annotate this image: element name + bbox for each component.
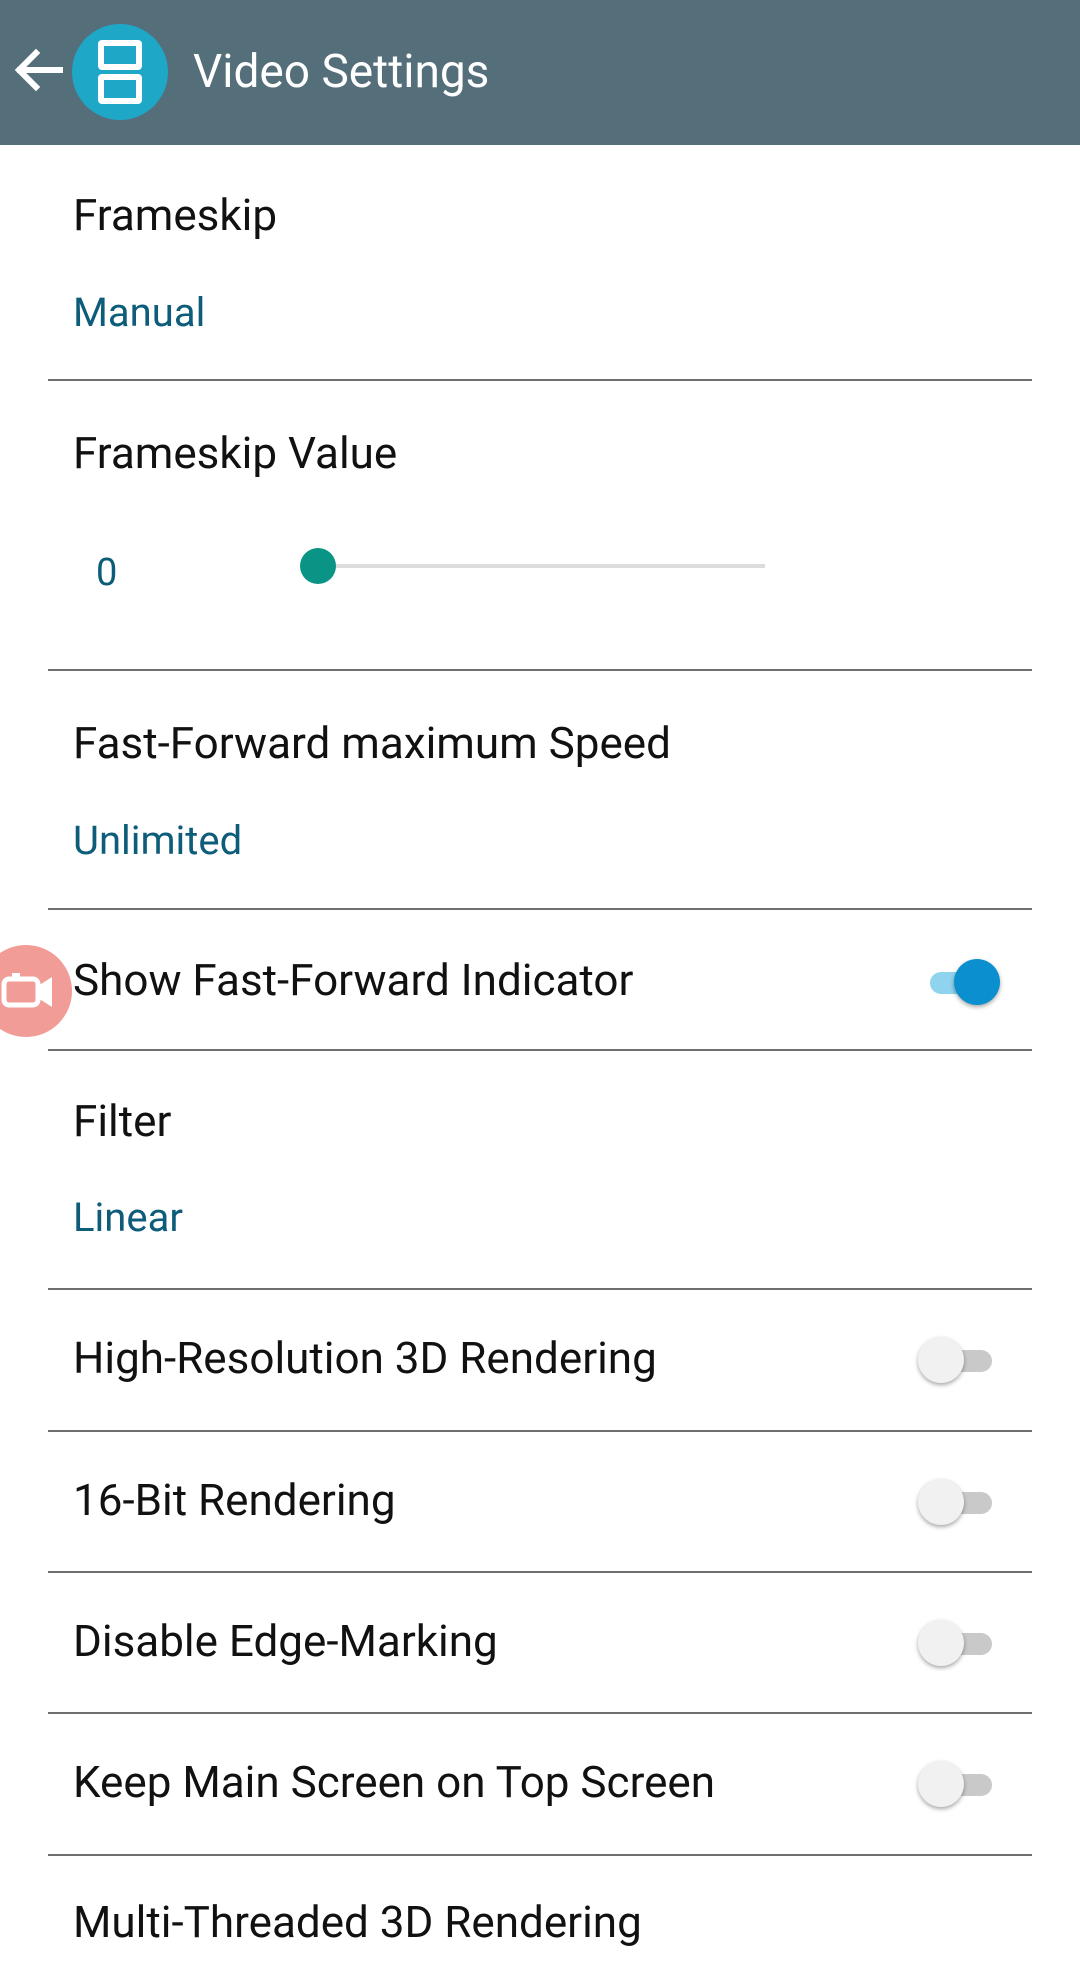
video-camera-icon <box>1 973 52 1008</box>
setting-label: Keep Main Screen on Top Screen <box>73 1756 716 1808</box>
app-bar: Video Settings <box>0 0 1080 145</box>
page-title: Video Settings <box>193 45 490 99</box>
frameskip-slider[interactable] <box>300 546 765 586</box>
slider-thumb[interactable] <box>300 548 336 584</box>
setting-disable-edge-marking[interactable]: Disable Edge-Marking <box>0 1573 1080 1714</box>
setting-value: Linear <box>73 1194 183 1241</box>
setting-label: 16-Bit Rendering <box>73 1474 396 1526</box>
switch-thumb <box>918 1479 964 1525</box>
switch-thumb <box>918 1337 964 1383</box>
setting-fast-forward-indicator[interactable]: Show Fast-Forward Indicator <box>0 910 1080 1051</box>
switch-thumb <box>954 959 1000 1005</box>
back-button[interactable] <box>8 40 68 100</box>
slider-rail <box>318 564 765 568</box>
settings-list: Frameskip Manual Frameskip Value 0 Fast-… <box>0 145 1080 1976</box>
screen-recorder-bubble[interactable] <box>0 945 72 1037</box>
setting-label: Show Fast-Forward Indicator <box>73 954 634 1006</box>
fast-forward-indicator-switch[interactable] <box>918 956 1002 1005</box>
setting-label: Filter <box>73 1095 172 1147</box>
main-screen-top-switch[interactable] <box>918 1758 1002 1807</box>
setting-frameskip[interactable]: Frameskip Manual <box>0 145 1080 381</box>
setting-value: Manual <box>73 289 206 336</box>
setting-label: Multi-Threaded 3D Rendering <box>73 1896 642 1948</box>
switch-thumb <box>918 1620 964 1666</box>
setting-16-bit-rendering[interactable]: 16-Bit Rendering <box>0 1432 1080 1573</box>
disable-edge-marking-switch[interactable] <box>918 1617 1002 1666</box>
setting-frameskip-value: Frameskip Value 0 <box>0 381 1080 671</box>
setting-label: Frameskip Value <box>73 427 398 479</box>
setting-label: High-Resolution 3D Rendering <box>73 1332 657 1384</box>
16-bit-rendering-switch[interactable] <box>918 1476 1002 1525</box>
setting-fast-forward-speed[interactable]: Fast-Forward maximum Speed Unlimited <box>0 671 1080 910</box>
setting-main-screen-top[interactable]: Keep Main Screen on Top Screen <box>0 1714 1080 1856</box>
setting-label: Disable Edge-Marking <box>73 1615 498 1667</box>
setting-value: Unlimited <box>73 817 243 864</box>
slider-value: 0 <box>96 551 118 595</box>
nintendo-ds-icon <box>72 24 168 120</box>
arrow-back-icon <box>14 48 63 92</box>
setting-multi-threaded-3d[interactable]: Multi-Threaded 3D Rendering <box>0 1856 1080 1976</box>
setting-label: Fast-Forward maximum Speed <box>73 717 671 769</box>
high-res-3d-switch[interactable] <box>918 1334 1002 1383</box>
setting-filter[interactable]: Filter Linear <box>0 1051 1080 1290</box>
setting-label: Frameskip <box>73 189 278 241</box>
switch-thumb <box>918 1761 964 1807</box>
setting-high-res-3d[interactable]: High-Resolution 3D Rendering <box>0 1290 1080 1432</box>
